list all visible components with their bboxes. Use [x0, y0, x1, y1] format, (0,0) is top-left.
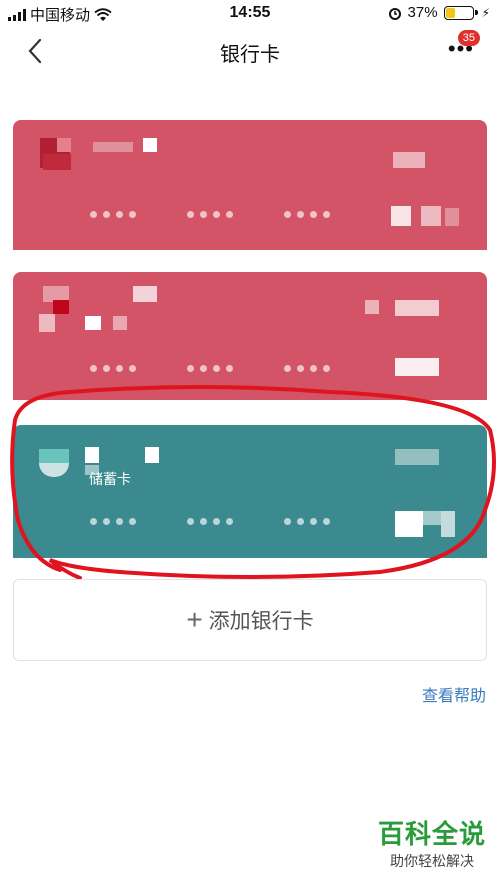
nav-bar: 银行卡 ••• 35	[0, 28, 500, 76]
status-bar: 中国移动 14:55 37% ⚡	[0, 0, 500, 28]
watermark: 百科全说 助你轻松解决	[378, 814, 486, 871]
battery-percent: 37%	[407, 4, 438, 21]
watermark-title: 百科全说	[377, 819, 486, 849]
card-number-mask	[90, 211, 136, 218]
battery-icon	[443, 5, 478, 20]
bank-card[interactable]: 储蓄卡	[13, 425, 487, 558]
card-last-digits-mosaic	[395, 358, 439, 376]
card-number-mask	[187, 211, 233, 218]
help-link[interactable]: 查看帮助	[422, 682, 486, 706]
alarm-icon	[388, 7, 401, 20]
charging-icon: ⚡	[481, 5, 490, 20]
bank-card[interactable]	[13, 120, 487, 250]
bank-name-mosaic	[143, 138, 157, 152]
card-number-mask	[90, 518, 136, 525]
card-number-mask	[284, 211, 330, 218]
card-number-mask	[284, 518, 330, 525]
bank-name-mosaic	[85, 447, 99, 463]
bank-logo	[39, 449, 69, 463]
bank-card[interactable]	[13, 272, 487, 400]
card-number-mask	[187, 365, 233, 372]
card-type-label: 储蓄卡	[89, 471, 131, 487]
card-type-mosaic	[393, 152, 425, 168]
card-type-mosaic	[395, 449, 439, 465]
add-bank-card-label: 添加银行卡	[208, 610, 314, 633]
card-number-mask	[90, 365, 136, 372]
card-last-digits-mosaic	[395, 511, 423, 537]
notification-badge: 35	[457, 30, 480, 46]
page-title: 银行卡	[220, 44, 280, 66]
card-number-mask	[187, 518, 233, 525]
watermark-subtitle: 助你轻松解决	[389, 853, 474, 869]
card-last-digits-mosaic	[391, 206, 411, 226]
plus-icon: +	[186, 604, 203, 635]
bank-name-mosaic	[133, 286, 157, 302]
card-type-mosaic	[365, 300, 379, 314]
card-number-mask	[284, 365, 330, 372]
add-bank-card-button[interactable]: + 添加银行卡	[13, 579, 487, 661]
